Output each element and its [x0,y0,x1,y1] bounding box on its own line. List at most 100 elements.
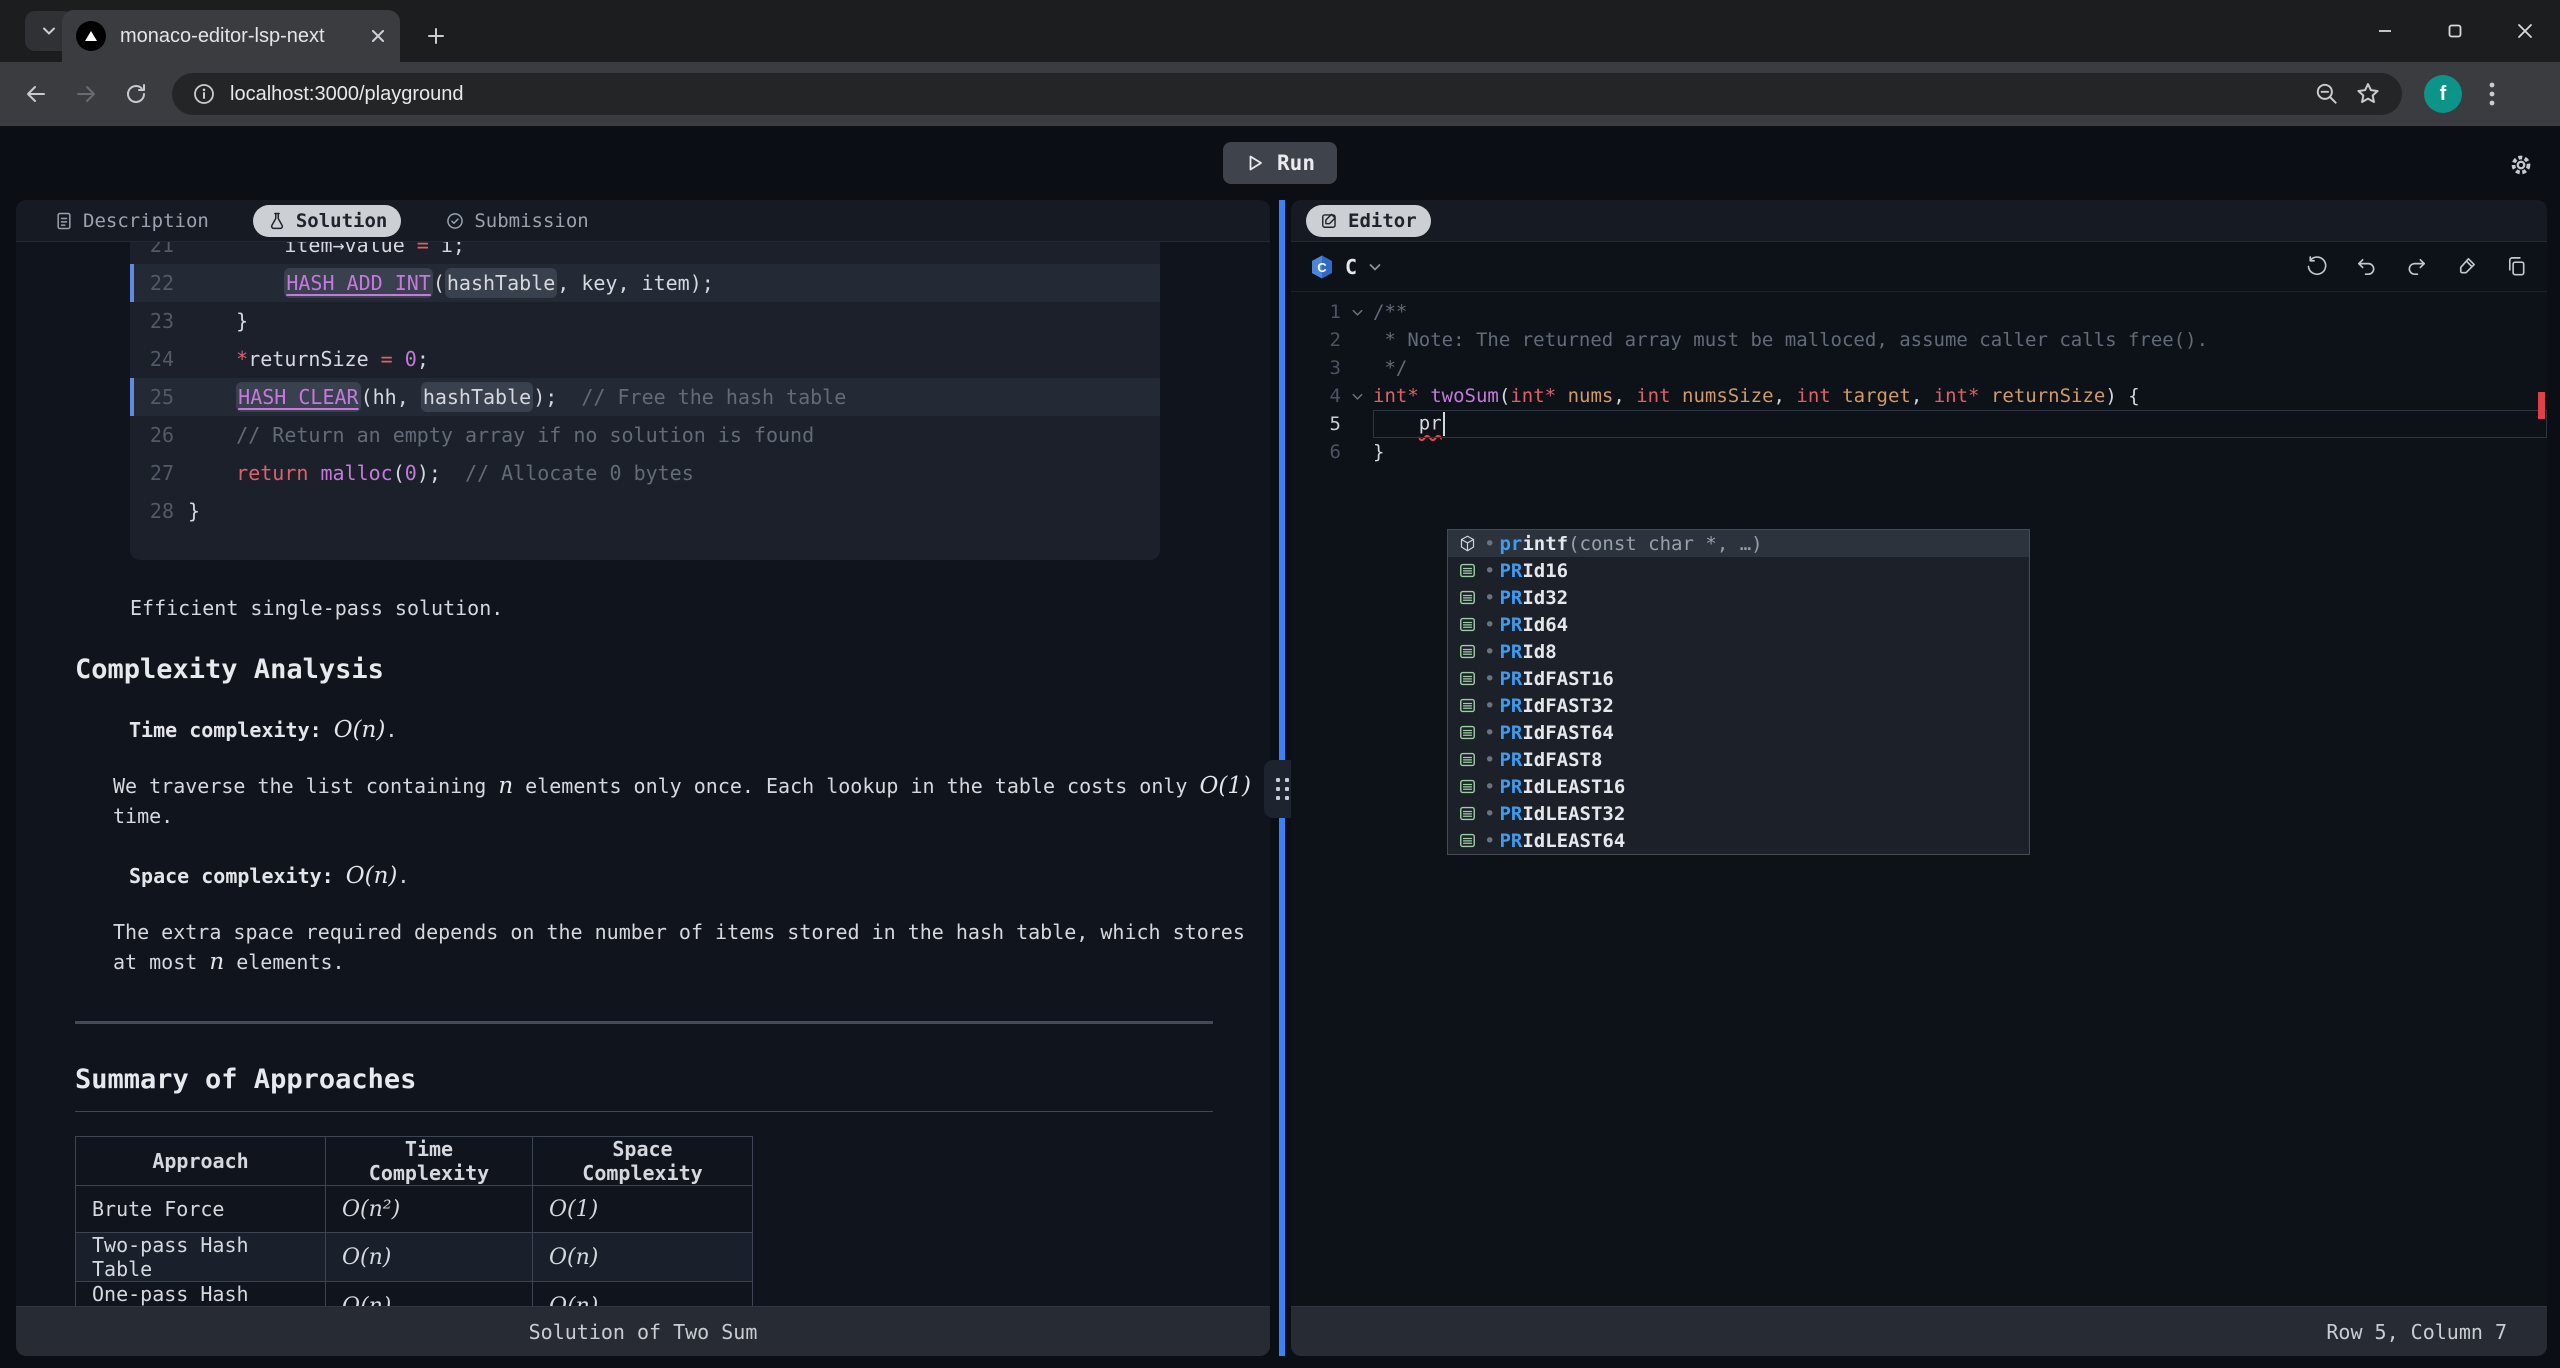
copy-button[interactable] [2503,254,2529,280]
browser-tab[interactable]: monaco-editor-lsp-next [62,10,400,62]
url-text[interactable]: localhost:3000/playground [230,83,2300,106]
window-close-button[interactable] [2490,0,2560,62]
solution-content[interactable]: 21 item→value = i;22 HASH_ADD_INT(hashTa… [16,242,1270,1306]
tab-submission[interactable]: Submission [431,205,602,237]
suggest-item[interactable]: PRId8 [1448,638,2029,665]
fold-chevron-icon[interactable] [1341,389,1373,404]
table-header-cell: Time Complexity [326,1137,533,1186]
editor-line[interactable]: 6} [1291,438,2547,466]
settings-button[interactable] [2504,148,2538,182]
code-line: 28} [130,492,1160,530]
autocomplete-popup: printf(const char *, …)PRId16PRId32PRId6… [1447,529,2030,855]
line-number: 5 [1291,413,1341,435]
code-line: 27 return malloc(0); // Allocate 0 bytes [130,454,1160,492]
solution-footer-title: Solution of Two Sum [529,1320,758,1344]
suggest-item[interactable]: PRIdLEAST16 [1448,773,2029,800]
tab-editor[interactable]: Editor [1306,205,1431,237]
redo-button[interactable] [2403,254,2429,280]
editor-actions [2303,254,2529,280]
suggest-item[interactable]: PRIdFAST64 [1448,719,2029,746]
cursor-position-label: Row 5, Column 7 [2326,1320,2507,1344]
table-row: Two-pass Hash TableO(n)O(n) [76,1233,753,1282]
forward-button[interactable] [64,72,108,116]
time-complexity-line: Time complexity: O(n). [129,717,1270,743]
table-header-cell: Space Complexity [533,1137,753,1186]
suggest-item[interactable]: PRIdLEAST32 [1448,800,2029,827]
tab-solution[interactable]: Solution [253,205,402,237]
back-button[interactable] [14,72,58,116]
table-cell: One-pass Hash Table [76,1282,326,1307]
line-number: 24 [130,347,174,371]
c-language-icon: C [1309,254,1335,280]
text-lines-icon [1456,668,1478,690]
language-selector[interactable]: C C [1309,254,1383,280]
tab-description[interactable]: Description [40,205,223,237]
window-minimize-button[interactable] [2350,0,2420,62]
problem-panel-footer: Solution of Two Sum [16,1306,1270,1356]
text-cursor [1443,412,1445,436]
bullet-separator [1478,830,1499,852]
site-info-icon[interactable] [192,82,216,106]
table-cell: Two-pass Hash Table [76,1233,326,1282]
site-favicon [76,21,106,51]
new-tab-button[interactable] [416,16,456,56]
complexity-heading: Complexity Analysis [75,654,1270,685]
editor-line[interactable]: 4int* twoSum(int* nums, int numsSize, in… [1291,382,2547,410]
tab-close-icon[interactable] [370,28,386,44]
summary-heading: Summary of Approaches [75,1064,1213,1112]
reload-button[interactable] [114,72,158,116]
table-cell: O(n) [533,1233,753,1282]
browser-menu-button[interactable] [2474,72,2510,116]
panel-resizer[interactable] [1279,200,1285,1356]
text-lines-icon [1456,722,1478,744]
table-row: One-pass Hash TableO(n)O(n) [76,1282,753,1307]
fold-chevron-icon[interactable] [1341,305,1373,320]
suggest-item[interactable]: printf(const char *, …) [1448,530,2029,557]
bullet-separator [1478,722,1499,744]
solution-note: Efficient single-pass solution. [130,596,1270,620]
suggest-item[interactable]: PRIdFAST8 [1448,746,2029,773]
code-line: 23 } [130,302,1160,340]
undo-button[interactable] [2353,254,2379,280]
bullet-separator [1478,641,1499,663]
space-complexity-line: Space complexity: O(n). [129,863,1270,889]
editor-statusbar: Row 5, Column 7 [1291,1306,2547,1356]
editor-lines: 1/**2 * Note: The returned array must be… [1291,298,2547,466]
browser-toolbar: localhost:3000/playground f [0,62,2560,126]
zoom-out-icon[interactable] [2314,81,2340,107]
suggest-item[interactable]: PRId16 [1448,557,2029,584]
line-number: 2 [1291,329,1341,351]
browser-chrome: monaco-editor-lsp-next [0,0,2560,126]
code-line: 21 item→value = i; [130,242,1160,264]
suggest-item[interactable]: PRIdLEAST64 [1448,827,2029,854]
editor-line[interactable]: 3 */ [1291,354,2547,382]
line-number: 4 [1291,385,1341,407]
format-button[interactable] [2453,254,2479,280]
url-bar[interactable]: localhost:3000/playground [172,73,2402,115]
code-editor[interactable]: 1/**2 * Note: The returned array must be… [1291,292,2547,1306]
bookmark-star-icon[interactable] [2354,80,2382,108]
reset-button[interactable] [2303,254,2329,280]
problem-panel-tabs: Description Solution Submission [16,200,1270,242]
text-lines-icon [1456,776,1478,798]
minimize-icon [2376,22,2394,40]
check-circle-icon [445,211,465,231]
window-maximize-button[interactable] [2420,0,2490,62]
editor-line[interactable]: 1/** [1291,298,2547,326]
editor-line[interactable]: 5 pr [1291,410,2547,438]
suggest-item[interactable]: PRIdFAST32 [1448,692,2029,719]
suggest-item[interactable]: PRId32 [1448,584,2029,611]
line-number: 23 [130,309,174,333]
suggest-item[interactable]: PRIdFAST16 [1448,665,2029,692]
back-arrow-icon [24,82,48,106]
run-button[interactable]: Run [1223,142,1337,184]
chevron-down-icon [1367,259,1383,275]
window-controls [2350,0,2560,62]
code-line: 22 HASH_ADD_INT(hashTable, key, item); [130,264,1160,302]
profile-avatar[interactable]: f [2424,75,2462,113]
flask-icon [267,211,287,231]
suggest-item[interactable]: PRId64 [1448,611,2029,638]
table-cell: O(1) [533,1186,753,1233]
table-cell: O(n) [533,1282,753,1307]
editor-line[interactable]: 2 * Note: The returned array must be mal… [1291,326,2547,354]
